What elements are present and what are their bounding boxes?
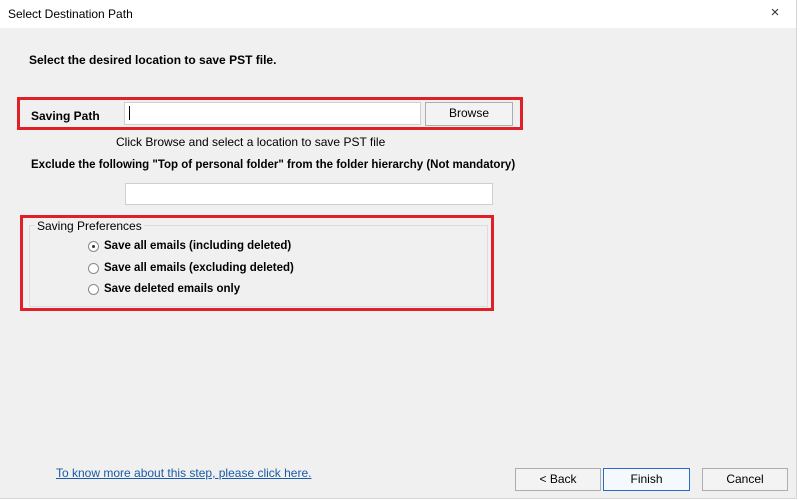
option-exclude-deleted-label[interactable]: Save all emails (excluding deleted)	[104, 262, 294, 274]
exclude-label: Exclude the following "Top of personal f…	[31, 159, 516, 171]
saving-path-label: Saving Path	[31, 109, 100, 123]
back-button[interactable]: < Back	[515, 468, 601, 491]
exclude-folder-input[interactable]	[125, 183, 493, 205]
radio-include-deleted[interactable]	[88, 241, 99, 252]
radio-selected-dot	[92, 245, 95, 248]
cancel-button-label: Cancel	[726, 472, 764, 486]
cancel-button[interactable]: Cancel	[702, 468, 788, 491]
text-caret	[129, 106, 130, 120]
browse-button[interactable]: Browse	[425, 102, 513, 126]
instruction-text: Select the desired location to save PST …	[29, 53, 277, 67]
option-deleted-only-label[interactable]: Save deleted emails only	[104, 283, 240, 295]
title-bar: Select Destination Path ×	[0, 0, 796, 28]
saving-preferences-title: Saving Preferences	[35, 219, 144, 233]
radio-exclude-deleted[interactable]	[88, 263, 99, 274]
saving-path-hint: Click Browse and select a location to sa…	[116, 135, 386, 149]
finish-button[interactable]: Finish	[603, 468, 690, 491]
radio-deleted-only[interactable]	[88, 284, 99, 295]
window-title: Select Destination Path	[8, 7, 133, 21]
close-icon[interactable]: ×	[766, 4, 784, 22]
browse-button-label: Browse	[448, 106, 489, 120]
option-include-deleted-label[interactable]: Save all emails (including deleted)	[104, 240, 291, 252]
finish-button-label: Finish	[630, 472, 663, 486]
help-link[interactable]: To know more about this step, please cli…	[56, 466, 311, 480]
saving-path-input[interactable]	[124, 102, 421, 125]
back-button-label: < Back	[539, 472, 577, 486]
dialog-window: Select Destination Path × Select the des…	[0, 0, 797, 499]
